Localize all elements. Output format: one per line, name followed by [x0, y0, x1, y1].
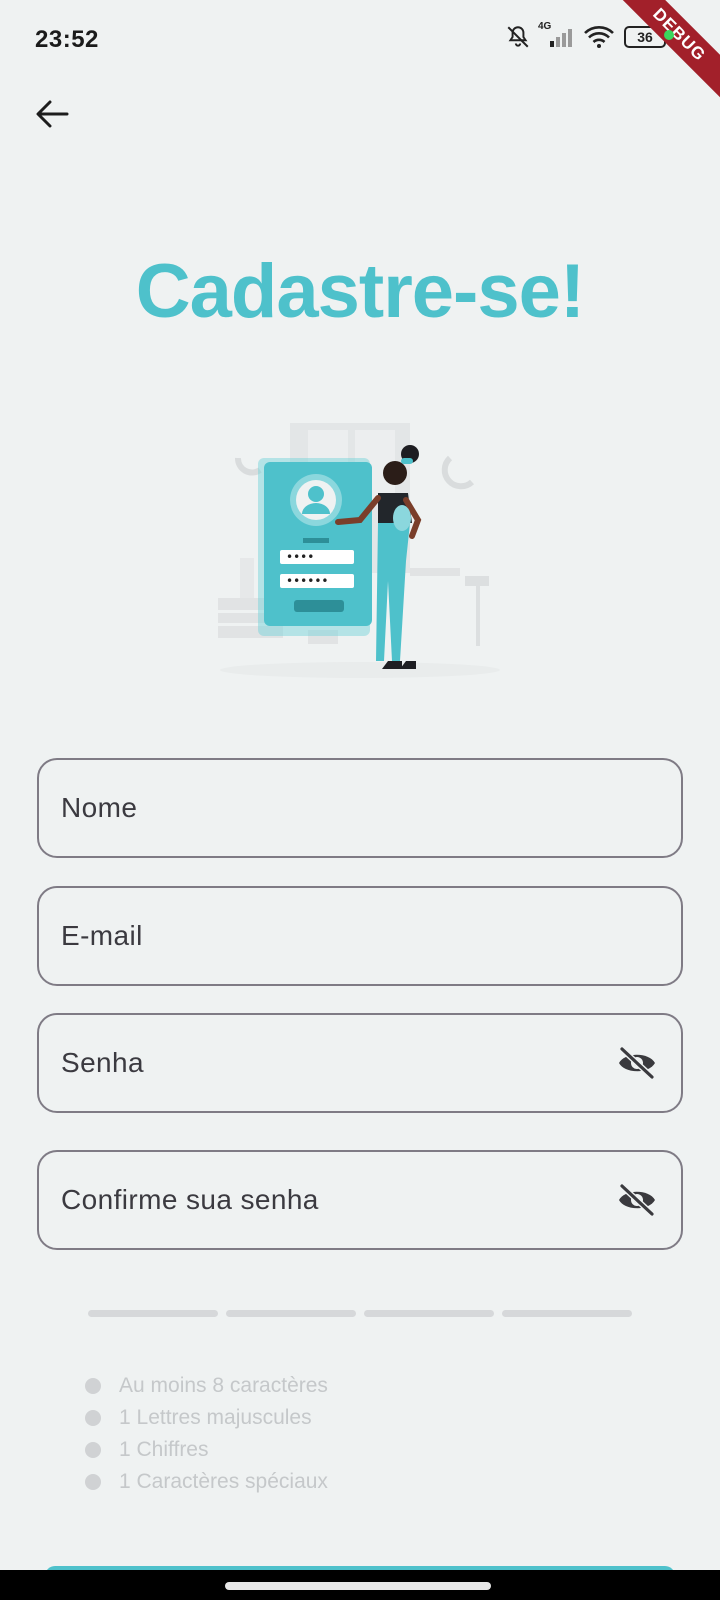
wifi-icon: [583, 25, 615, 49]
eye-off-icon: [619, 1047, 655, 1079]
rule-text: Au moins 8 caractères: [119, 1374, 328, 1397]
home-gesture-handle[interactable]: [225, 1582, 491, 1590]
rule-text: 1 Caractères spéciaux: [119, 1470, 328, 1493]
status-bar: 23:52 4G 36 DEBUG: [0, 0, 720, 106]
strength-segment: [502, 1310, 632, 1317]
strength-segment: [88, 1310, 218, 1317]
email-field-placeholder: E-mail: [61, 920, 143, 951]
password-strength-bar: [88, 1310, 632, 1317]
rule-status-dot: [85, 1410, 101, 1426]
email-field[interactable]: E-mail: [37, 886, 683, 986]
password-rule: 1 Chiffres: [85, 1434, 328, 1466]
rule-status-dot: [85, 1442, 101, 1458]
rule-status-dot: [85, 1474, 101, 1490]
signup-illustration: •••• ••••••: [210, 418, 510, 698]
page-title: Cadastre-se!: [135, 249, 585, 334]
debug-banner: DEBUG: [608, 0, 720, 106]
svg-text:••••••: ••••••: [286, 574, 328, 588]
eye-off-icon: [619, 1184, 655, 1216]
status-icons: 4G 36: [505, 21, 670, 50]
password-rule: Au moins 8 caractères: [85, 1370, 328, 1402]
password-rule: 1 Lettres majuscules: [85, 1402, 328, 1434]
strength-segment: [364, 1310, 494, 1317]
name-field[interactable]: Nome: [37, 758, 683, 858]
rule-status-dot: [85, 1378, 101, 1394]
bell-off-icon: [505, 24, 531, 50]
name-field-placeholder: Nome: [61, 792, 138, 823]
password-rule: 1 Caractères spéciaux: [85, 1466, 328, 1498]
rule-text: 1 Chiffres: [119, 1438, 209, 1461]
signal-icon: 4G: [538, 21, 574, 49]
back-button[interactable]: [28, 90, 76, 138]
rule-text: 1 Lettres majuscules: [119, 1406, 312, 1429]
debug-dot: [664, 30, 674, 40]
battery-level: 36: [637, 29, 653, 45]
network-type-label: 4G: [538, 21, 552, 32]
password-field-placeholder: Senha: [61, 1047, 144, 1078]
password-visibility-toggle[interactable]: [615, 1041, 659, 1085]
strength-segment: [226, 1310, 356, 1317]
svg-text:••••: ••••: [286, 550, 314, 564]
password-field[interactable]: Senha: [37, 1013, 683, 1113]
confirm-password-field-placeholder: Confirme sua senha: [61, 1184, 319, 1215]
confirm-password-field[interactable]: Confirme sua senha: [37, 1150, 683, 1250]
confirm-password-visibility-toggle[interactable]: [615, 1178, 659, 1222]
arrow-left-icon: [36, 100, 69, 128]
status-time: 23:52: [35, 26, 99, 53]
password-rules-list: Au moins 8 caractères 1 Lettres majuscul…: [85, 1370, 328, 1498]
